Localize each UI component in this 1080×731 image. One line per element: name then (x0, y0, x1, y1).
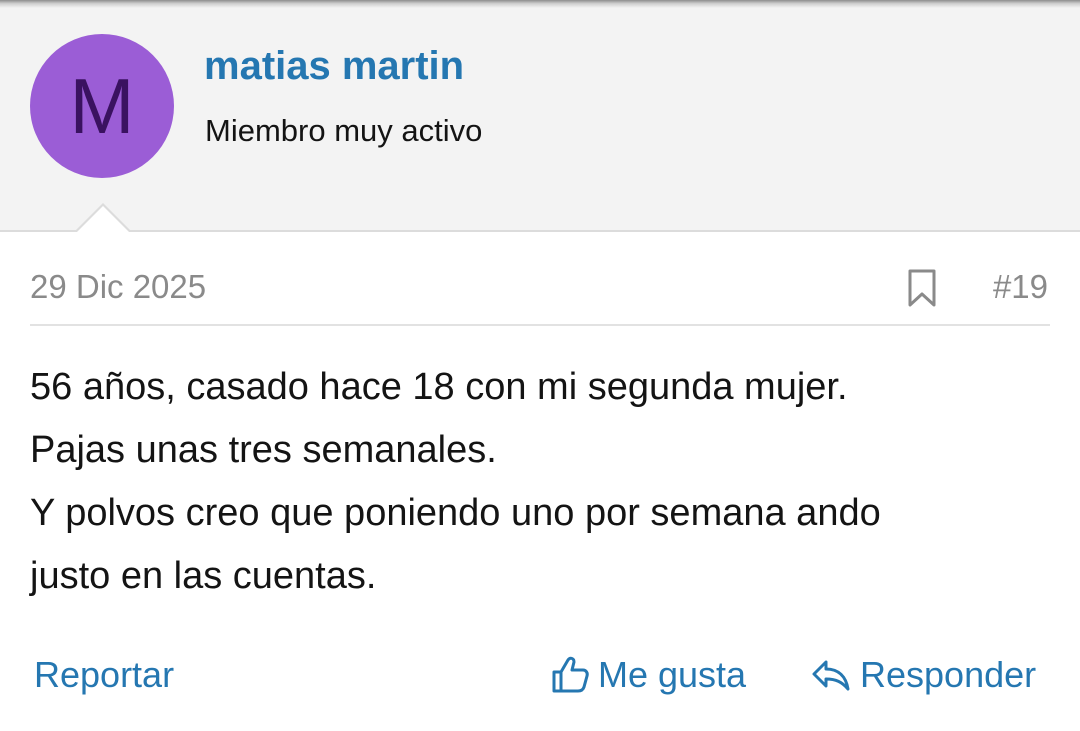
user-title: Miembro muy activo (205, 113, 483, 148)
like-button[interactable]: Me gusta (550, 654, 746, 696)
user-header: M matias martin Miembro muy activo (0, 8, 1080, 232)
post-meta: 29 Dic 2025 #19 (30, 262, 1050, 326)
post-body-line: Y polvos creo que poniendo uno por seman… (30, 492, 881, 534)
header-arrow-fill (76, 206, 130, 233)
post-body-line: justo en las cuentas. (30, 555, 377, 597)
post-body-line: 56 años, casado hace 18 con mi segunda m… (30, 366, 848, 408)
reply-arrow-icon (812, 660, 850, 691)
forum-post: M matias martin Miembro muy activo 29 Di… (0, 0, 1080, 731)
bookmark-icon[interactable] (904, 268, 940, 308)
report-button[interactable]: Reportar (34, 654, 174, 696)
post-actions: Reportar Me gusta Responder (30, 650, 1050, 706)
avatar-letter: M (69, 62, 135, 150)
reply-label: Responder (860, 654, 1037, 695)
post-date[interactable]: 29 Dic 2025 (30, 268, 206, 306)
like-label: Me gusta (598, 654, 747, 695)
top-shadow (0, 0, 1080, 8)
reply-button[interactable]: Responder (810, 654, 1036, 696)
username-link[interactable]: matias martin (204, 44, 464, 88)
thumbs-up-icon (552, 656, 589, 693)
post-body: 56 años, casado hace 18 con mi segunda m… (30, 356, 1050, 608)
post-body-line: Pajas unas tres semanales. (30, 429, 497, 471)
report-label: Reportar (34, 654, 175, 695)
avatar[interactable]: M (30, 34, 174, 178)
post-number-link[interactable]: #19 (993, 268, 1048, 306)
